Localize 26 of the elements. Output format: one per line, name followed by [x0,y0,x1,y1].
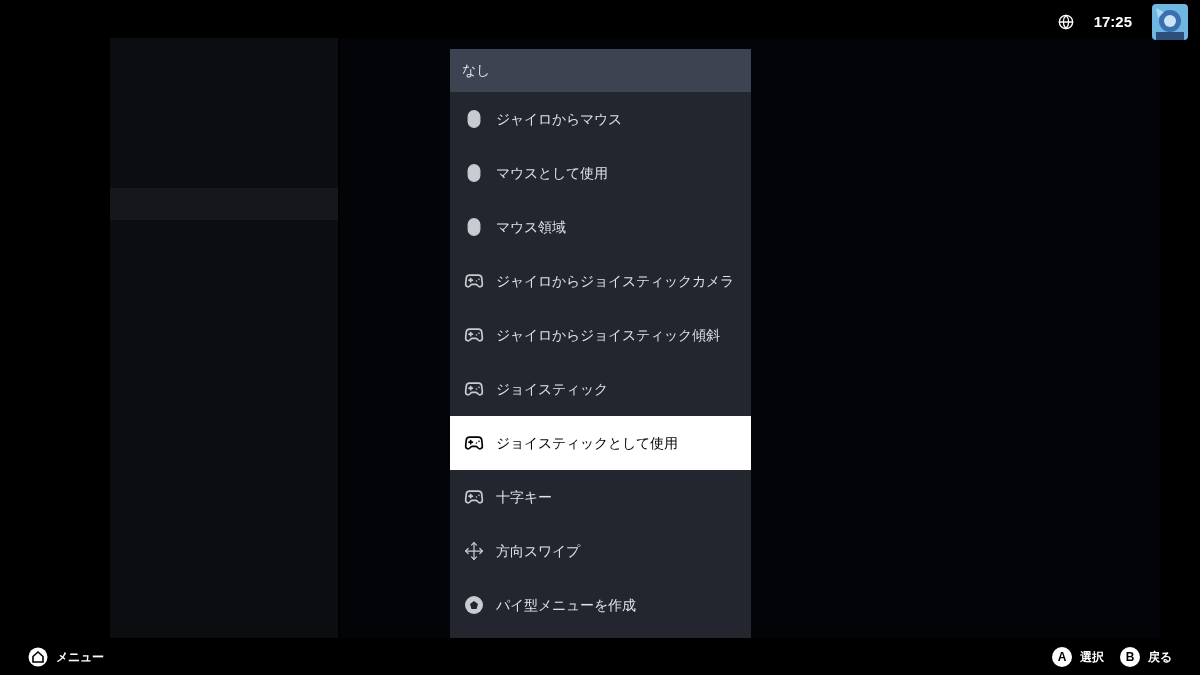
menu-option[interactable]: マウス領域 [450,200,751,254]
gamepad-icon [464,271,484,291]
pie-menu-icon [464,595,484,615]
gamepad-icon [464,433,484,453]
menu-hint: メニュー [56,648,104,666]
action-hint: 選択 [1080,648,1104,666]
home-button-icon [28,646,48,667]
menu-option[interactable]: 方向スワイプ [450,524,751,578]
arrows-icon [464,541,484,561]
menu-option[interactable]: ジャイロからマウス [450,92,751,146]
menu-option[interactable]: パイ型メニューを作成 [450,578,751,632]
controller-button-badge: A [1052,646,1072,667]
menu-option[interactable]: ジャイロからジョイスティックカメラ [450,254,751,308]
current-value: なし [462,61,490,80]
globe-icon[interactable] [1057,14,1074,30]
menu-option[interactable]: ジョイスティック [450,362,751,416]
action-hint: 戻る [1148,648,1172,666]
clock-time: 17:25 [1093,11,1132,32]
controller-button-badge: B [1120,646,1140,667]
gamepad-icon [464,379,484,399]
menu-option[interactable]: ジャイロからジョイスティック傾斜 [450,308,751,362]
gamepad-icon [464,325,484,345]
menu-option[interactable]: 十字キー [450,470,751,524]
menu-option[interactable]: マウスとして使用 [450,146,751,200]
menu-option[interactable]: ジョイスティックとして使用 [450,416,751,470]
gamepad-icon [464,487,484,507]
